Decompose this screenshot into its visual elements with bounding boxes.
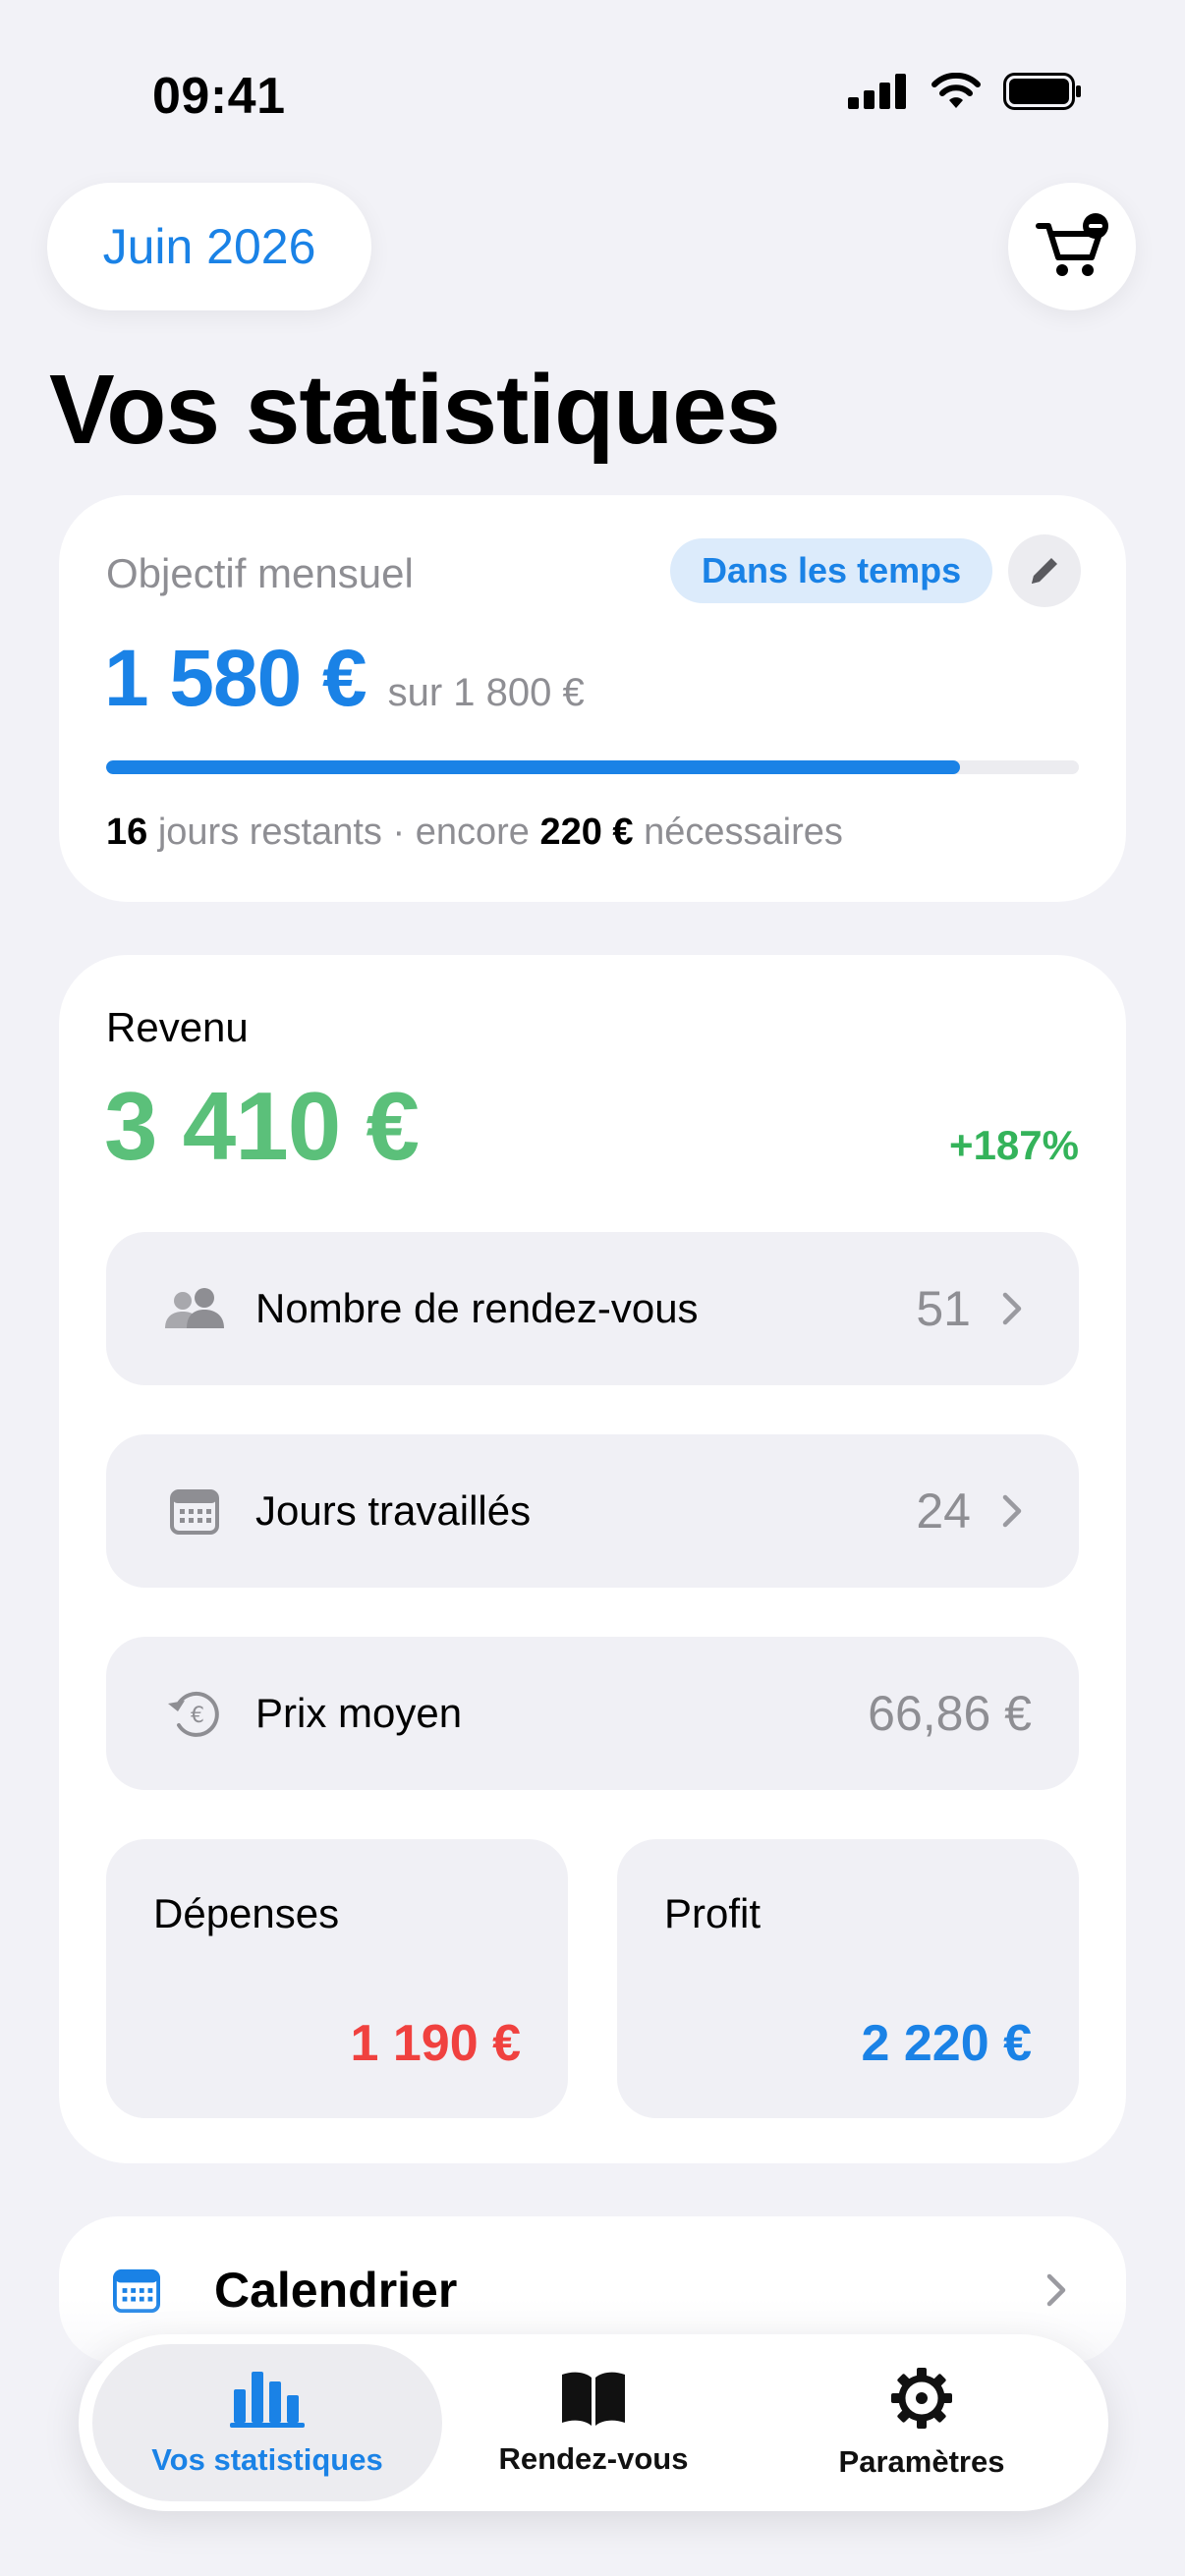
- goal-target-amount: sur 1 800 €: [387, 671, 585, 714]
- profit-label: Profit: [664, 1890, 762, 1936]
- status-icons: [848, 73, 1082, 110]
- revenue-card: Revenu 3 410 € +187% Nombre de rendez-vo…: [59, 955, 1126, 2163]
- tab-statistics[interactable]: Vos statistiques: [92, 2344, 442, 2501]
- bar-chart-icon: [230, 2372, 305, 2428]
- tab-label: Vos statistiques: [151, 2442, 383, 2477]
- chevron-right-icon: [992, 1291, 1032, 1326]
- euro-cycle-icon: €: [155, 1686, 234, 1741]
- tab-label: Paramètres: [838, 2444, 1005, 2479]
- edit-goal-button[interactable]: [1008, 534, 1081, 607]
- expenses-card: Dépenses 1 190 €: [106, 1839, 568, 2118]
- goal-current-amount: 1 580 €: [104, 634, 367, 723]
- needed-text: nécessaires: [644, 812, 843, 853]
- row-label: Jours travaillés: [255, 1487, 532, 1534]
- status-bar: 09:41: [0, 0, 1185, 187]
- status-time: 09:41: [152, 68, 286, 125]
- average-price-row: € Prix moyen 66,86 €: [106, 1637, 1079, 1790]
- wifi-icon: [931, 73, 981, 108]
- cart-icon: [1036, 213, 1108, 276]
- cart-button[interactable]: [1008, 183, 1136, 310]
- row-label: Prix moyen: [255, 1690, 463, 1736]
- people-icon: [155, 1287, 234, 1330]
- expenses-value: 1 190 €: [350, 2015, 522, 2072]
- revenue-label: Revenu: [106, 1004, 249, 1050]
- tab-bar: Vos statistiques Rendez-vous Paramètres: [79, 2334, 1108, 2511]
- revenue-change: +187%: [949, 1122, 1079, 1168]
- expenses-label: Dépenses: [153, 1890, 340, 1936]
- profit-card: Profit 2 220 €: [617, 1839, 1079, 2118]
- gear-icon: [891, 2368, 952, 2429]
- status-badge: Dans les temps: [670, 538, 993, 603]
- battery-icon: [1003, 73, 1081, 110]
- row-value: 51: [916, 1281, 971, 1336]
- signal-icon: [848, 74, 906, 109]
- chevron-right-icon: [992, 1493, 1032, 1529]
- pencil-icon: [1032, 558, 1057, 584]
- tab-settings[interactable]: Paramètres: [747, 2344, 1097, 2501]
- days-left-count: 16: [106, 812, 148, 853]
- book-icon: [562, 2372, 625, 2426]
- goal-progress-fill: [106, 760, 961, 774]
- tab-appointments[interactable]: Rendez-vous: [419, 2344, 768, 2501]
- monthly-goal-card[interactable]: Objectif mensuel Dans les temps 1 580 € …: [59, 495, 1126, 902]
- profit-value: 2 220 €: [861, 2015, 1033, 2072]
- appointments-count-row[interactable]: Nombre de rendez-vous 51: [106, 1232, 1079, 1385]
- goal-progress-bar: [106, 760, 1079, 774]
- goal-footer: 16 jours restants · encore 220 € nécessa…: [106, 812, 843, 854]
- tab-label: Rendez-vous: [498, 2441, 689, 2476]
- row-label: Nombre de rendez-vous: [255, 1285, 699, 1331]
- goal-amount: 1 580 € sur 1 800 €: [104, 633, 585, 725]
- calendar-icon: [155, 1486, 234, 1536]
- days-left-text: jours restants · encore: [157, 812, 530, 853]
- page-title: Vos statistiques: [49, 355, 780, 465]
- worked-days-row[interactable]: Jours travaillés 24: [106, 1434, 1079, 1588]
- revenue-amount: 3 410 €: [104, 1072, 420, 1180]
- row-value: 66,86 €: [868, 1686, 1032, 1741]
- svg-text:€: €: [191, 1704, 204, 1728]
- row-value: 24: [916, 1484, 971, 1539]
- needed-amount: 220 €: [539, 812, 634, 853]
- goal-label: Objectif mensuel: [106, 550, 414, 596]
- month-selector[interactable]: Juin 2026: [47, 183, 371, 310]
